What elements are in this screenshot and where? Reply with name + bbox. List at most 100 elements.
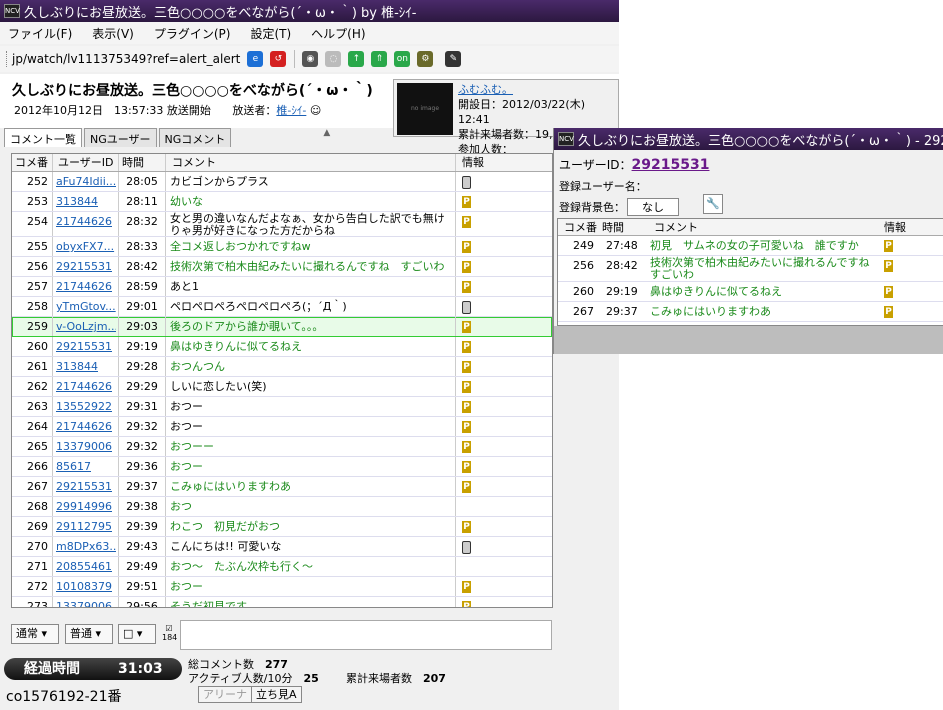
record-icon[interactable]: ◉ bbox=[302, 51, 319, 67]
table-row[interactable]: 261 313844 29:28 おつんつん P bbox=[12, 357, 552, 377]
popup-col-no[interactable]: コメ番 bbox=[564, 219, 597, 236]
anon-checkbox[interactable]: ☑ 184 bbox=[162, 624, 177, 644]
cell-userid[interactable]: 29914996 bbox=[54, 497, 116, 517]
on-icon[interactable]: on bbox=[394, 51, 411, 67]
mode-select[interactable]: 通常 ▾ bbox=[11, 624, 59, 644]
community-link[interactable]: ふむふむ。 bbox=[458, 82, 618, 97]
cell-userid[interactable]: obyxFX7... bbox=[54, 237, 116, 257]
col-header-time[interactable]: 時間 bbox=[118, 154, 166, 171]
popup-col-comment[interactable]: コメント bbox=[654, 219, 698, 236]
upload-icon[interactable]: ↑ bbox=[348, 51, 365, 67]
col-header-info[interactable]: 情報 bbox=[455, 154, 551, 171]
col-header-comment[interactable]: コメント bbox=[168, 154, 454, 172]
cell-userid[interactable]: 13552922 bbox=[54, 397, 116, 417]
cell-userid[interactable]: 20855461 bbox=[54, 557, 116, 577]
collapse-icon[interactable]: ▲ bbox=[323, 128, 330, 147]
table-row[interactable]: 268 29914996 29:38 おつ bbox=[12, 497, 552, 517]
comment-input[interactable] bbox=[180, 620, 552, 650]
cell-userid[interactable]: 13379006 bbox=[54, 437, 116, 457]
cell-no: 261 bbox=[12, 357, 53, 376]
cell-userid[interactable]: 21744626 bbox=[54, 212, 116, 232]
popup-userid[interactable]: 29215531 bbox=[632, 157, 710, 173]
cell-userid[interactable]: 21744626 bbox=[54, 377, 116, 397]
popup-cell-comment: こみゅにはいりますわあ bbox=[650, 305, 771, 318]
table-row[interactable]: 271 20855461 29:49 おつ～ たぶん次枠も行く～ bbox=[12, 557, 552, 577]
cell-time: 29:32 bbox=[118, 417, 166, 436]
share-icon[interactable]: ⇑ bbox=[371, 51, 388, 67]
table-row[interactable]: 262 21744626 29:29 しいに恋したい(笑) P bbox=[12, 377, 552, 397]
cell-userid[interactable]: 85617 bbox=[54, 457, 116, 477]
popup-row[interactable]: 249 27:48 初見 サムネの女の子可愛いね 誰ですか P bbox=[558, 236, 943, 256]
mobile-icon bbox=[462, 175, 471, 189]
cell-time: 28:42 bbox=[118, 257, 166, 276]
popup-row[interactable]: 260 29:19 鼻はゆきりんに似てるねえ P bbox=[558, 282, 943, 302]
table-row[interactable]: 254 21744626 28:32 女と男の違いなんだよなぁ、女から告白した訳でも無… bbox=[12, 212, 552, 237]
table-row[interactable]: 257 21744626 28:59 あと1 P bbox=[12, 277, 552, 297]
menu-file[interactable]: ファイル(F) bbox=[8, 25, 72, 42]
table-row[interactable]: 269 29112795 29:39 わこつ 初見だがおつ P bbox=[12, 517, 552, 537]
popup-cell-time: 29:19 bbox=[606, 285, 638, 298]
cell-userid[interactable]: 313844 bbox=[54, 192, 116, 212]
table-row[interactable]: 270 m8DPx63... 29:43 こんにちは!! 可愛いな bbox=[12, 537, 552, 557]
program-title: 久しぶりにお昼放送。三色○○○○をべながら(´・ω・｀) bbox=[12, 83, 373, 99]
table-row[interactable]: 260 29215531 29:19 鼻はゆきりんに似てるねえ P bbox=[12, 337, 552, 357]
tab-comments[interactable]: コメント一覧 bbox=[4, 128, 82, 147]
table-row[interactable]: 255 obyxFX7... 28:33 全コメ返しおつかれですねw P bbox=[12, 237, 552, 257]
url-field[interactable]: jp/watch/lv111375349?ref=alert_alert bbox=[12, 52, 240, 66]
menu-help[interactable]: ヘルプ(H) bbox=[311, 25, 365, 42]
table-row[interactable]: 259 v-OoLzjm... 29:03 後ろのドアから誰か覗いて。。。 P bbox=[12, 317, 552, 337]
cell-userid[interactable]: m8DPx63... bbox=[54, 537, 116, 557]
cell-userid[interactable]: 21744626 bbox=[54, 417, 116, 437]
table-row[interactable]: 266 85617 29:36 おつー P bbox=[12, 457, 552, 477]
connect-icon[interactable]: e bbox=[247, 51, 264, 67]
col-header-no[interactable]: コメ番 bbox=[12, 154, 53, 171]
speech-icon[interactable]: ◌ bbox=[325, 51, 342, 67]
table-row[interactable]: 263 13552922 29:31 おつー P bbox=[12, 397, 552, 417]
cell-info: P bbox=[455, 457, 551, 476]
table-row[interactable]: 258 yTmGtov... 29:01 ペロペロペろペロペロペろ(；´Д｀) bbox=[12, 297, 552, 317]
cell-userid[interactable]: 29215531 bbox=[54, 477, 116, 497]
cell-userid[interactable]: aFu74Idii... bbox=[54, 172, 116, 192]
popup-col-time[interactable]: 時間 bbox=[602, 219, 624, 236]
tab-ng-comments[interactable]: NGコメント bbox=[158, 128, 232, 147]
table-row[interactable]: 272 10108379 29:51 おつー P bbox=[12, 577, 552, 597]
table-row[interactable]: 265 13379006 29:32 おつーー P bbox=[12, 437, 552, 457]
table-row[interactable]: 253 313844 28:11 幼いな P bbox=[12, 192, 552, 212]
cell-userid[interactable]: 10108379 bbox=[54, 577, 116, 597]
table-row[interactable]: 273 13379006 29:56 そうだ初見です... P bbox=[12, 597, 552, 607]
cell-time: 29:37 bbox=[118, 477, 166, 496]
menu-settings[interactable]: 設定(T) bbox=[250, 25, 291, 42]
popup-cell-no: 249 bbox=[573, 239, 594, 252]
cell-userid[interactable]: 313844 bbox=[54, 357, 116, 377]
menu-plugin[interactable]: プラグイン(P) bbox=[154, 25, 231, 42]
popup-row[interactable]: 256 28:42 技術次第で柏木由紀みたいに撮れるんですね すごいわ P bbox=[558, 256, 943, 282]
cell-userid[interactable]: yTmGtov... bbox=[54, 297, 116, 317]
arena-button[interactable]: アリーナ bbox=[198, 686, 252, 703]
menu-bar: ファイル(F) 表示(V) プラグイン(P) 設定(T) ヘルプ(H) bbox=[0, 22, 619, 44]
cell-userid[interactable]: v-OoLzjm... bbox=[54, 317, 116, 337]
cell-userid[interactable]: 13379006 bbox=[54, 597, 116, 607]
table-row[interactable]: 267 29215531 29:37 こみゅにはいりますわあ P bbox=[12, 477, 552, 497]
table-row[interactable]: 264 21744626 29:32 おつー P bbox=[12, 417, 552, 437]
menu-view[interactable]: 表示(V) bbox=[92, 25, 134, 42]
standing-button[interactable]: 立ち見A bbox=[251, 686, 302, 703]
popup-grid-body: 249 27:48 初見 サムネの女の子可愛いね 誰ですか P 256 28:42 技術次第… bbox=[558, 236, 943, 322]
cell-no: 260 bbox=[12, 337, 53, 356]
cell-userid[interactable]: 29215531 bbox=[54, 337, 116, 357]
cell-userid[interactable]: 29215531 bbox=[54, 257, 116, 277]
plugin-icon[interactable]: ✎ bbox=[445, 51, 462, 67]
cell-userid[interactable]: 21744626 bbox=[54, 277, 116, 297]
broadcaster-link[interactable]: 椎-ｼｲ- bbox=[276, 104, 306, 117]
cell-userid[interactable]: 29112795 bbox=[54, 517, 116, 537]
popup-row[interactable]: 267 29:37 こみゅにはいりますわあ P bbox=[558, 302, 943, 322]
popup-col-info[interactable]: 情報 bbox=[884, 219, 906, 236]
table-row[interactable]: 252 aFu74Idii... 28:05 カビゴンからプラス bbox=[12, 172, 552, 192]
settings-icon[interactable]: ⚙ bbox=[417, 51, 434, 67]
tab-ng-users[interactable]: NGユーザー bbox=[84, 128, 157, 147]
wrench-icon[interactable]: 🔧 bbox=[703, 194, 723, 214]
color-select[interactable]: □ ▾ bbox=[118, 624, 156, 644]
col-header-userid[interactable]: ユーザーID bbox=[54, 154, 116, 172]
disconnect-icon[interactable]: ↺ bbox=[270, 51, 287, 67]
table-row[interactable]: 256 29215531 28:42 技術次第で柏木由紀みたいに撮れるんですね すごい… bbox=[12, 257, 552, 277]
size-select[interactable]: 普通 ▾ bbox=[65, 624, 113, 644]
